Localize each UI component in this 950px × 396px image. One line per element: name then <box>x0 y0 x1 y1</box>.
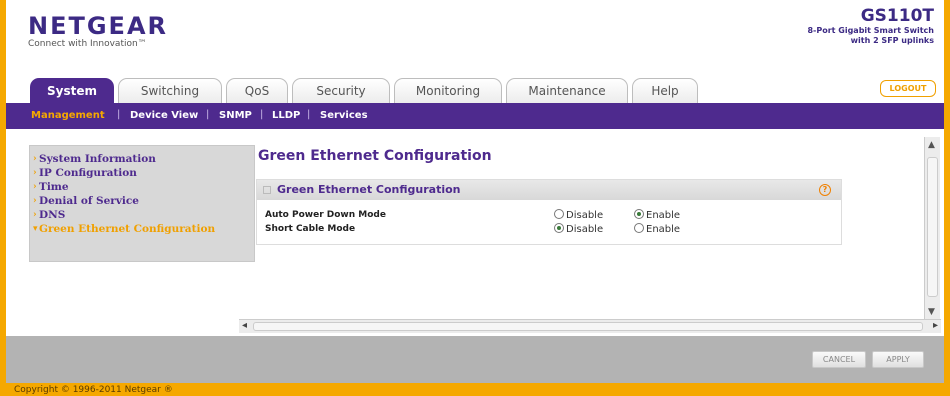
panel-grip-icon <box>263 186 271 194</box>
page-title: Green Ethernet Configuration <box>258 148 492 164</box>
scroll-thumb[interactable] <box>253 322 923 331</box>
subnav-device-view[interactable]: Device View <box>130 110 198 121</box>
scroll-up-icon[interactable]: ▲ <box>928 140 935 150</box>
cancel-button[interactable]: CANCEL <box>812 351 866 368</box>
tab-switching[interactable]: Switching <box>118 78 222 103</box>
subnav-management[interactable]: Management <box>31 110 105 121</box>
vertical-scrollbar[interactable]: ▲ ▼ <box>924 137 940 320</box>
subnav-lldp[interactable]: LLDP <box>272 110 300 121</box>
logo-tagline: Connect with Innovation™ <box>28 39 147 49</box>
subnav-separator: | <box>260 109 264 120</box>
row-label: Auto Power Down Mode <box>265 210 386 220</box>
subnav-separator: | <box>307 109 311 120</box>
sidebar-item-label: Time <box>39 181 69 193</box>
sidebar-item-green-ethernet[interactable]: ▾ Green Ethernet Configuration <box>30 222 254 236</box>
app-frame: NETGEAR Connect with Innovation™ GS110T … <box>6 0 944 383</box>
sidebar-item-label: DNS <box>39 209 66 221</box>
row-short-cable: Short Cable Mode Disable Enable <box>257 222 841 236</box>
horizontal-scrollbar[interactable]: ◂ ▸ <box>239 319 941 333</box>
radio-icon <box>554 209 564 219</box>
sidebar-item-dns[interactable]: › DNS <box>30 208 254 222</box>
tab-security[interactable]: Security <box>292 78 390 103</box>
logo-text: NETGEAR <box>28 12 168 40</box>
action-bar: CANCEL APPLY <box>6 336 944 383</box>
auto-power-down-disable-radio[interactable]: Disable <box>554 209 603 221</box>
subnav-separator: | <box>117 109 121 120</box>
radio-selected-icon <box>634 209 644 219</box>
model-info: GS110T 8-Port Gigabit Smart Switch with … <box>804 6 934 46</box>
sidebar-item-ip-configuration[interactable]: › IP Configuration <box>30 166 254 180</box>
apply-button[interactable]: APPLY <box>872 351 924 368</box>
chevron-right-icon: › <box>33 154 37 164</box>
help-icon[interactable]: ? <box>819 184 831 196</box>
scroll-left-icon[interactable]: ◂ <box>242 320 247 331</box>
panel-title: Green Ethernet Configuration <box>277 183 461 196</box>
sidebar-item-system-information[interactable]: › System Information <box>30 152 254 166</box>
sidebar-item-time[interactable]: › Time <box>30 180 254 194</box>
radio-label: Enable <box>646 224 681 235</box>
scroll-down-icon[interactable]: ▼ <box>928 307 935 317</box>
chevron-right-icon: › <box>33 182 37 192</box>
main-tab-bar: System Switching QoS Security Monitoring… <box>6 78 944 103</box>
sidebar-item-label: IP Configuration <box>39 167 137 179</box>
copyright: Copyright © 1996-2011 Netgear ® <box>14 385 173 395</box>
panel-header: Green Ethernet Configuration ? <box>257 180 841 200</box>
chevron-right-icon: › <box>33 168 37 178</box>
tab-help[interactable]: Help <box>632 78 698 103</box>
row-label: Short Cable Mode <box>265 224 356 234</box>
short-cable-disable-radio[interactable]: Disable <box>554 223 603 235</box>
scroll-thumb[interactable] <box>927 157 938 297</box>
sidebar-item-label: Green Ethernet Configuration <box>39 223 216 235</box>
model-description: 8-Port Gigabit Smart Switch with 2 SFP u… <box>807 26 934 45</box>
scroll-right-icon[interactable]: ▸ <box>933 320 938 331</box>
chevron-right-icon: › <box>33 210 37 220</box>
radio-label: Disable <box>566 224 604 235</box>
radio-icon <box>634 223 644 233</box>
radio-selected-icon <box>554 223 564 233</box>
sidebar-item-label: System Information <box>39 153 156 165</box>
model-name: GS110T <box>860 6 934 26</box>
radio-label: Enable <box>646 210 681 221</box>
sidebar-item-label: Denial of Service <box>39 195 139 207</box>
short-cable-enable-radio[interactable]: Enable <box>634 223 680 235</box>
logout-button[interactable]: LOGOUT <box>880 80 936 97</box>
config-panel: Green Ethernet Configuration ? Auto Powe… <box>256 179 842 245</box>
row-auto-power-down: Auto Power Down Mode Disable Enable <box>257 208 841 222</box>
chevron-down-icon: ▾ <box>33 224 38 234</box>
sub-navigation: Management | Device View | SNMP | LLDP |… <box>6 103 944 129</box>
chevron-right-icon: › <box>33 196 37 206</box>
sidebar-menu: › System Information › IP Configuration › T… <box>29 145 255 262</box>
tab-maintenance[interactable]: Maintenance <box>506 78 628 103</box>
netgear-logo: NETGEAR Connect with Innovation™ <box>28 12 168 49</box>
tab-monitoring[interactable]: Monitoring <box>394 78 502 103</box>
radio-label: Disable <box>566 210 604 221</box>
tab-qos[interactable]: QoS <box>226 78 288 103</box>
subnav-snmp[interactable]: SNMP <box>219 110 252 121</box>
sidebar-item-denial-of-service[interactable]: › Denial of Service <box>30 194 254 208</box>
subnav-separator: | <box>206 109 210 120</box>
auto-power-down-enable-radio[interactable]: Enable <box>634 209 680 221</box>
tab-system[interactable]: System <box>30 78 114 103</box>
subnav-services[interactable]: Services <box>320 110 368 121</box>
